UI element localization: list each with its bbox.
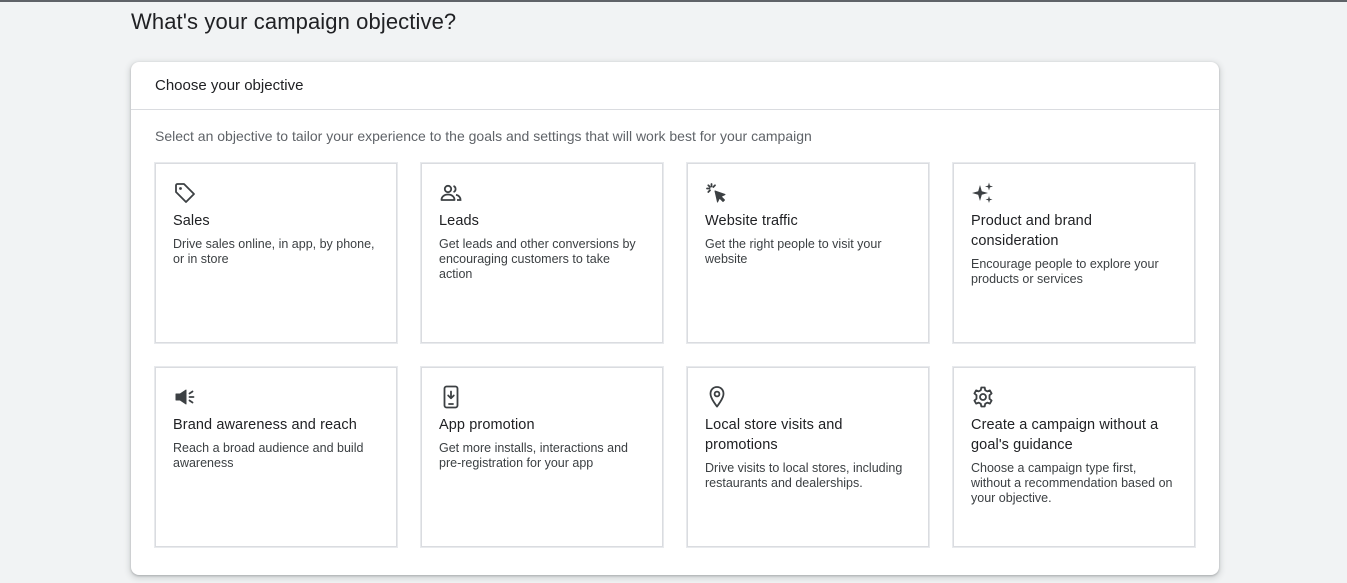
panel-header: Choose your objective bbox=[131, 62, 1219, 110]
location-pin-icon bbox=[705, 385, 729, 409]
phone-download-icon bbox=[439, 385, 463, 409]
objective-card-sales[interactable]: Sales Drive sales online, in app, by pho… bbox=[154, 162, 398, 344]
objective-title: Website traffic bbox=[705, 213, 798, 229]
people-icon bbox=[439, 181, 463, 205]
objective-description: Drive sales online, in app, by phone, or… bbox=[173, 237, 375, 266]
objective-title: Brand awareness and reach bbox=[173, 417, 357, 433]
objective-title: Create a campaign without a goal's guida… bbox=[971, 417, 1159, 453]
objective-description: Encourage people to explore your product… bbox=[971, 257, 1159, 286]
sparkle-icon bbox=[971, 181, 995, 205]
objective-card-local-store-visits[interactable]: Local store visits and promotions Drive … bbox=[686, 366, 930, 548]
objective-card-product-brand-consideration[interactable]: Product and brand consideration Encourag… bbox=[952, 162, 1196, 344]
tag-icon bbox=[173, 181, 197, 205]
objective-description: Choose a campaign type first, without a … bbox=[971, 461, 1173, 505]
objective-title: Leads bbox=[439, 213, 480, 229]
objective-title: Sales bbox=[173, 213, 210, 229]
top-rule bbox=[0, 0, 1347, 2]
objective-card-brand-awareness[interactable]: Brand awareness and reach Reach a broad … bbox=[154, 366, 398, 548]
panel-subtitle: Select an objective to tailor your exper… bbox=[155, 128, 812, 144]
megaphone-icon bbox=[173, 385, 197, 409]
objective-card-no-goal[interactable]: Create a campaign without a goal's guida… bbox=[952, 366, 1196, 548]
objective-grid: Sales Drive sales online, in app, by pho… bbox=[154, 162, 1196, 548]
objective-card-leads[interactable]: Leads Get leads and other conversions by… bbox=[420, 162, 664, 344]
objective-description: Get more installs, interactions and pre-… bbox=[439, 441, 628, 470]
objective-title: Local store visits and promotions bbox=[705, 417, 843, 453]
objective-description: Reach a broad audience and build awarene… bbox=[173, 441, 364, 470]
objective-description: Get the right people to visit your websi… bbox=[705, 237, 882, 266]
objective-panel: Choose your objective Select an objectiv… bbox=[131, 62, 1219, 575]
cursor-click-icon bbox=[705, 181, 729, 205]
objective-title: App promotion bbox=[439, 417, 535, 433]
objective-description: Drive visits to local stores, including … bbox=[705, 461, 903, 490]
gear-icon bbox=[971, 385, 995, 409]
panel-header-title: Choose your objective bbox=[155, 77, 304, 94]
objective-card-website-traffic[interactable]: Website traffic Get the right people to … bbox=[686, 162, 930, 344]
objective-title: Product and brand consideration bbox=[971, 213, 1093, 249]
objective-description: Get leads and other conversions by encou… bbox=[439, 237, 636, 281]
objective-card-app-promotion[interactable]: App promotion Get more installs, interac… bbox=[420, 366, 664, 548]
page-title: What's your campaign objective? bbox=[131, 9, 457, 34]
